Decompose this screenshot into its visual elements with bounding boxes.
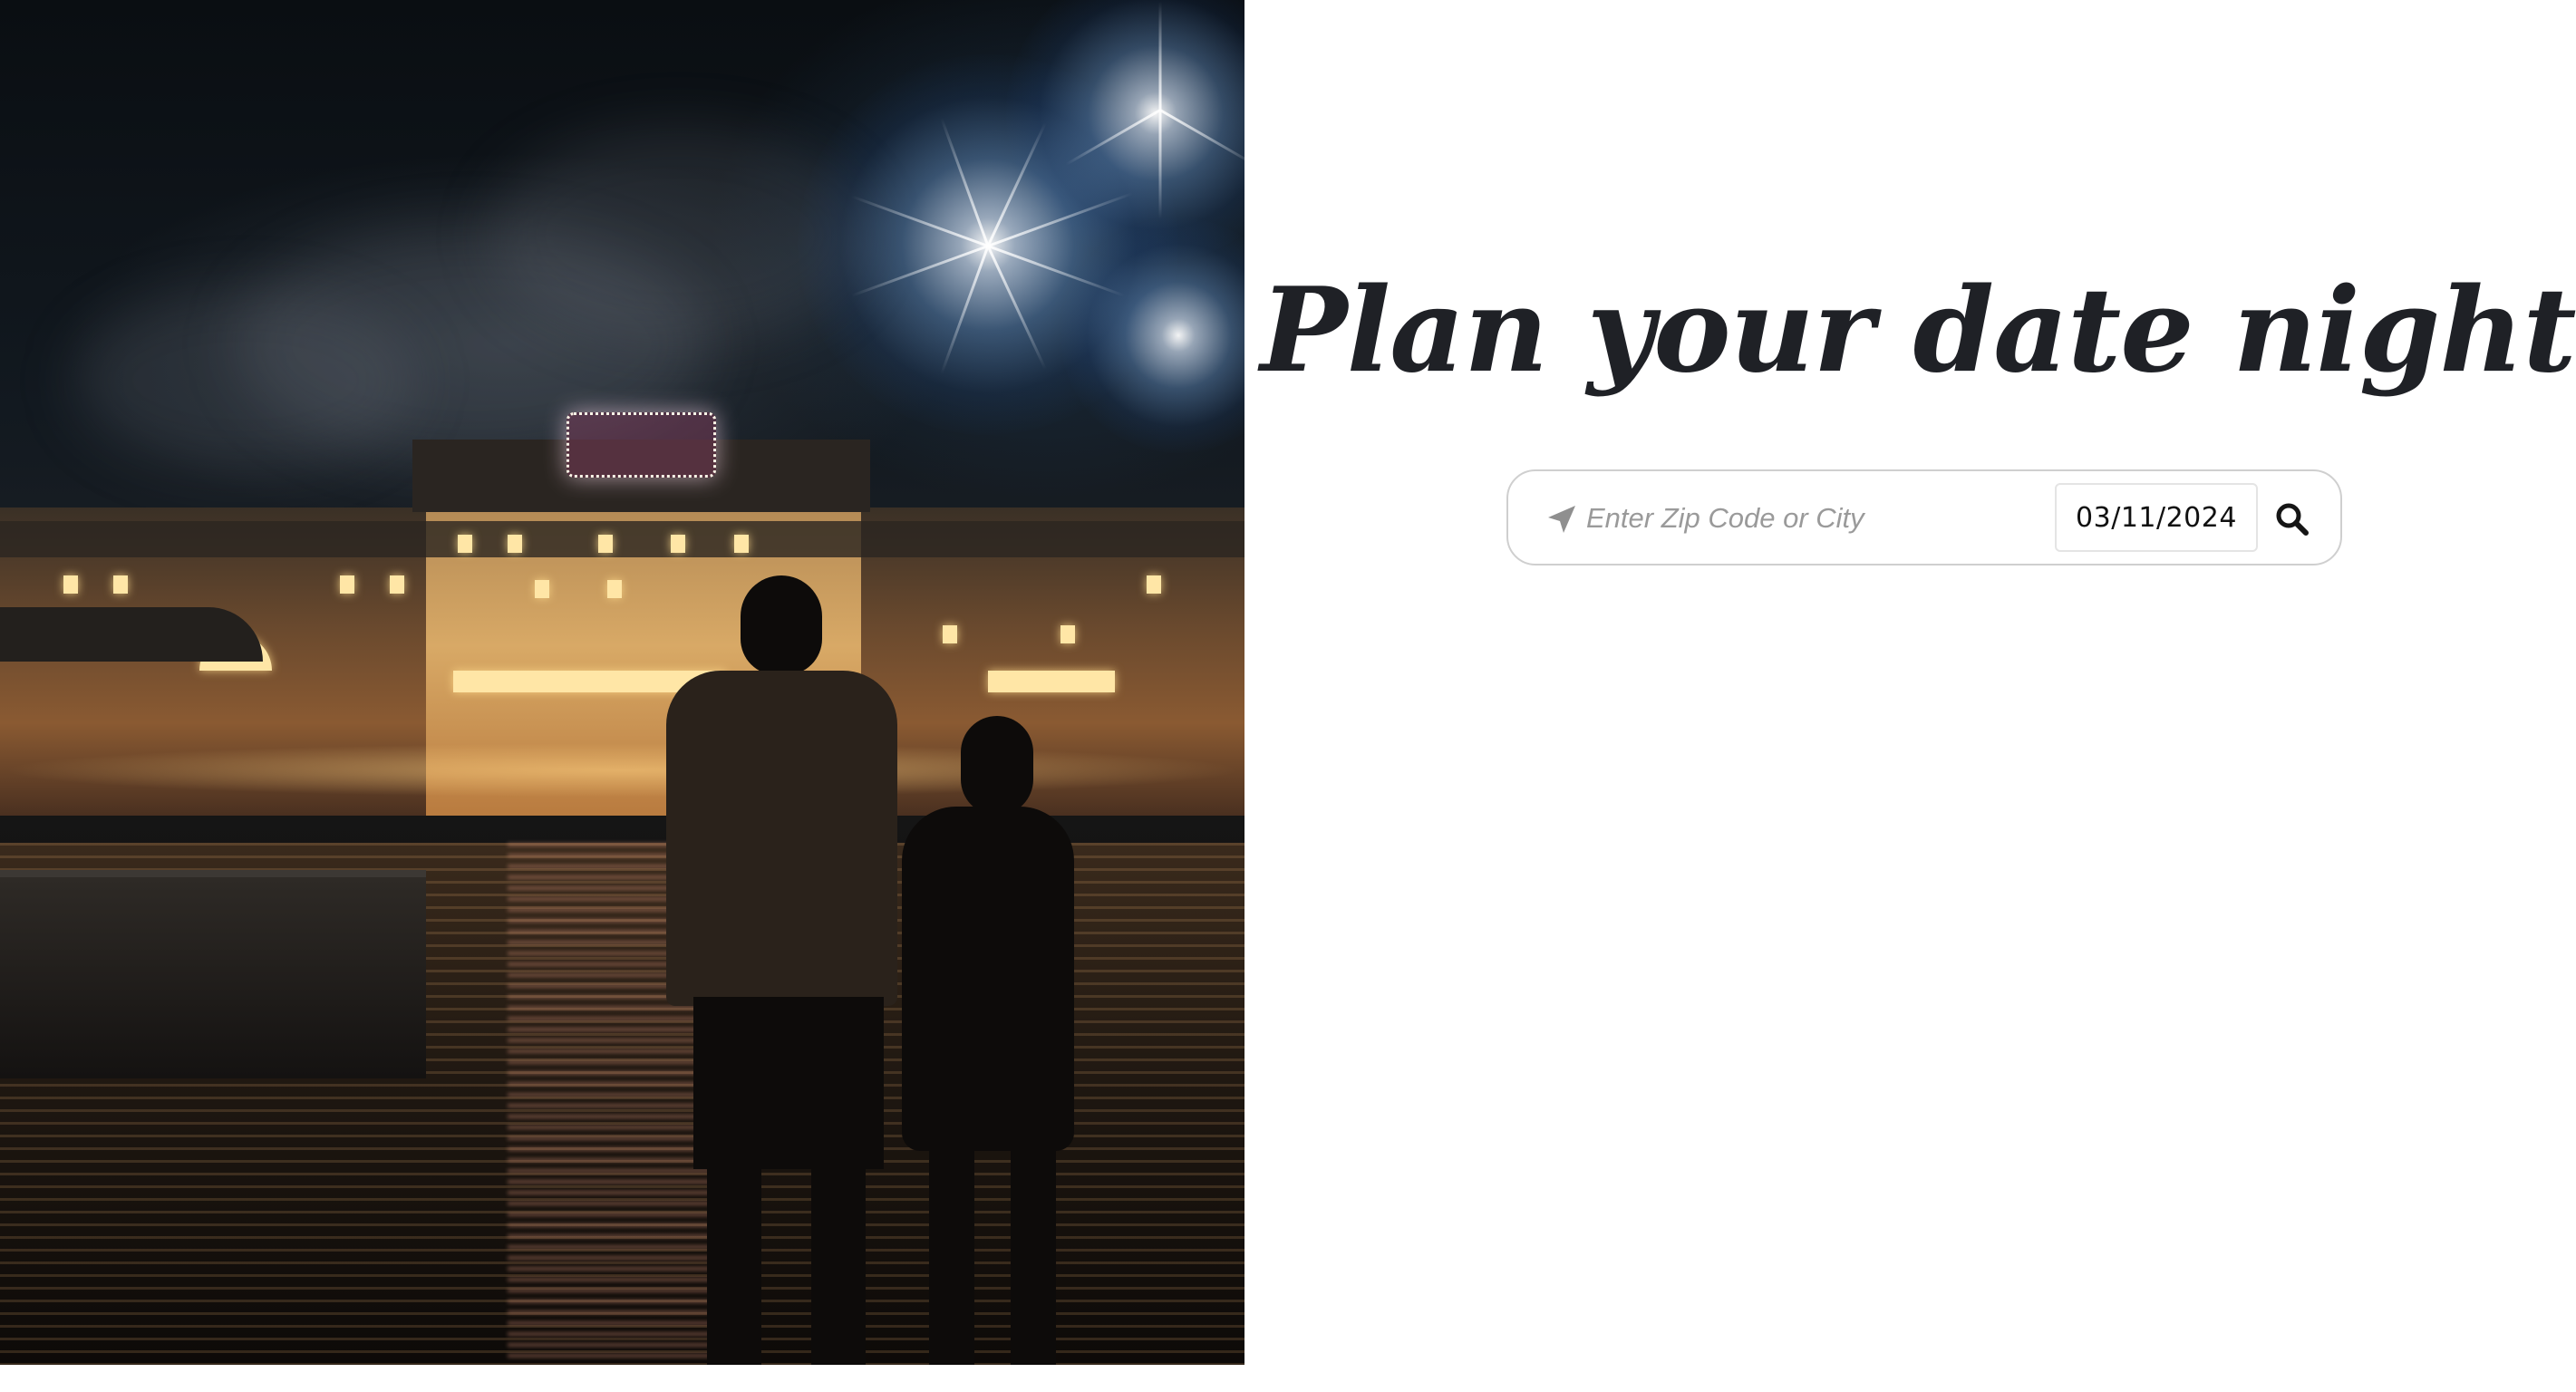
window <box>607 580 622 598</box>
location-arrow-icon[interactable] <box>1546 504 1577 535</box>
window <box>113 575 128 594</box>
window <box>943 625 957 643</box>
hotel-neon-sign <box>567 412 716 478</box>
woman-leg <box>929 1142 974 1365</box>
smoke-cloud <box>73 290 417 471</box>
location-search-input[interactable] <box>1584 491 2092 546</box>
window <box>390 575 404 594</box>
hotel-roofline <box>0 521 1244 557</box>
window <box>671 535 685 553</box>
woman-leg <box>1011 1142 1056 1365</box>
woman-head <box>961 716 1033 816</box>
man-head <box>741 575 822 675</box>
window <box>340 575 354 594</box>
window <box>508 535 522 553</box>
boat-canopy <box>0 607 263 662</box>
date-value: 03/11/2024 <box>2076 501 2237 534</box>
woman-body <box>902 807 1074 1151</box>
window <box>1147 575 1161 594</box>
window <box>734 535 749 553</box>
man-leg <box>811 1160 866 1365</box>
man-leg <box>707 1160 761 1365</box>
boat <box>0 870 426 1078</box>
window <box>63 575 78 594</box>
man-body <box>666 671 897 1006</box>
window <box>458 535 472 553</box>
window <box>1060 625 1075 643</box>
date-input[interactable]: 03/11/2024 <box>2055 483 2258 552</box>
window <box>535 580 549 598</box>
search-button[interactable] <box>2271 498 2313 540</box>
page-title: Plan your date night <box>1260 263 2576 399</box>
hero-photo <box>0 0 1244 1365</box>
search-bar: 03/11/2024 <box>1506 469 2342 566</box>
window-row <box>988 671 1115 692</box>
firework-ray <box>1158 1 1162 111</box>
window <box>598 535 613 553</box>
firework-ray <box>1158 110 1162 219</box>
man-shorts <box>693 997 884 1169</box>
string-lights <box>0 743 1244 798</box>
search-icon <box>2271 503 2313 543</box>
